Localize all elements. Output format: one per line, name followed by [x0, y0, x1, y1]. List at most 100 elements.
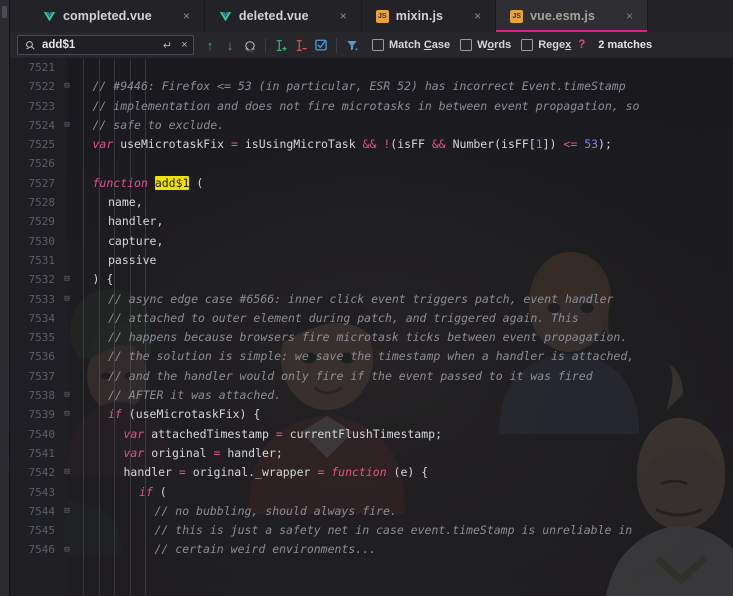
caret-minus-red-icon: [296, 39, 307, 51]
code-token: // this is just a safety net in case eve…: [154, 523, 633, 538]
vue-file-icon: [43, 10, 56, 23]
code-token: var: [123, 426, 152, 441]
line-number: 7539: [28, 408, 56, 422]
editor-tab-mixin-js[interactable]: JS mixin.js ×: [362, 0, 497, 32]
code-line[interactable]: 7526: [9, 154, 733, 173]
code-line[interactable]: 7546 ⊟ // certain weird environments...: [9, 540, 733, 559]
code-line[interactable]: 7534 // attached to outer element during …: [9, 309, 733, 328]
code-line[interactable]: 7535 // happens because browsers fire mic…: [9, 328, 733, 347]
add-selection-next-button[interactable]: [271, 36, 291, 55]
line-number: 7533: [28, 292, 56, 306]
code-line[interactable]: 7529 handler,: [9, 212, 733, 231]
tab-label: mixin.js: [395, 9, 444, 23]
fold-toggle-icon[interactable]: ⊟: [61, 82, 73, 91]
code-line[interactable]: 7532 ⊟) {: [9, 270, 733, 289]
checked-box-icon: [315, 39, 327, 51]
line-number: 7524: [28, 118, 56, 132]
fold-toggle-icon[interactable]: ⊟: [61, 391, 73, 400]
option-match-case[interactable]: Match Case: [372, 39, 450, 51]
code-token: =: [213, 445, 228, 460]
code-token: handler,: [108, 214, 164, 229]
arrow-down-icon: ↓: [226, 37, 234, 53]
editor-tab-completed-vue[interactable]: completed.vue ×: [9, 0, 205, 32]
code-text: // and the handler would only fire if th…: [73, 367, 733, 386]
select-all-occurrences-button[interactable]: ALL: [240, 36, 260, 55]
code-line[interactable]: 7523 // implementation and does not fire …: [9, 97, 733, 116]
editor-tab-deleted-vue[interactable]: deleted.vue ×: [205, 0, 362, 32]
editor-tab-vue-esm-js[interactable]: JS vue.esm.js ×: [496, 0, 649, 32]
code-line[interactable]: 7522 ⊟ // #9446: Firefox <= 53 (in particu…: [9, 77, 733, 96]
select-in-selection-button[interactable]: [311, 36, 331, 55]
code-lines[interactable]: 7521 7522 ⊟ // #9446: Firefox <= 53 (in par…: [9, 58, 733, 596]
checkbox-icon[interactable]: [372, 39, 384, 51]
fold-toggle-icon[interactable]: ⊟: [61, 545, 73, 555]
fold-toggle-icon[interactable]: ⊟: [61, 275, 73, 284]
code-line[interactable]: 7524 ⊟ // safe to exclude.: [9, 116, 733, 135]
code-line[interactable]: 7525 var useMicrotaskFix = isUsingMicroTa…: [9, 135, 733, 154]
line-number: 7535: [28, 331, 56, 345]
code-line[interactable]: 7541 var original = handler;: [9, 444, 733, 463]
code-line[interactable]: 7536 // the solution is simple: we save t…: [9, 347, 733, 366]
code-line[interactable]: 7527 function add$1 (: [9, 174, 733, 193]
fold-toggle-icon[interactable]: ⊟: [61, 294, 73, 304]
checkbox-icon[interactable]: [521, 39, 534, 51]
search-enter-icon[interactable]: ↵: [159, 37, 176, 53]
code-token: (: [189, 175, 204, 190]
code-text: // happens because browsers fire microta…: [73, 328, 733, 347]
code-line[interactable]: 7537 // and the handler would only fire i…: [9, 367, 733, 386]
remove-selection-button[interactable]: [291, 36, 311, 55]
js-file-icon: JS: [375, 9, 389, 23]
code-line[interactable]: 7530 capture,: [9, 232, 733, 251]
option-words[interactable]: Words: [460, 39, 511, 51]
code-token: handler;: [227, 445, 283, 460]
code-token: &&: [362, 137, 384, 152]
find-help-icon[interactable]: ?: [578, 39, 585, 51]
code-line[interactable]: 7531 passive: [9, 251, 733, 270]
line-number: 7523: [28, 99, 56, 113]
fold-toggle-icon[interactable]: ⊟: [61, 506, 73, 516]
code-token: // happens because browsers fire microta…: [108, 330, 628, 345]
code-token: // and the handler would only fire if th…: [108, 368, 593, 383]
search-input[interactable]: [38, 39, 159, 51]
code-line[interactable]: 7539 ⊟ if (useMicrotaskFix) {: [9, 405, 733, 424]
option-regex[interactable]: Regex: [521, 39, 571, 51]
code-token: original: [151, 445, 214, 460]
checkbox-icon[interactable]: [460, 39, 473, 51]
find-previous-button[interactable]: ↑: [200, 36, 220, 55]
tab-close-icon[interactable]: ×: [336, 8, 351, 24]
find-next-button[interactable]: ↓: [220, 36, 240, 55]
line-number: 7538: [28, 389, 56, 403]
fold-toggle-icon[interactable]: ⊟: [61, 410, 73, 419]
code-text: // async edge case #6566: inner click ev…: [73, 290, 733, 309]
code-token: isUsingMicroTask: [244, 137, 363, 152]
code-line[interactable]: 7545 // this is just a safety net in case…: [9, 521, 733, 540]
code-line[interactable]: 7540 var attachedTimestamp = currentFlush…: [9, 425, 733, 444]
filter-button[interactable]: [342, 36, 362, 55]
line-number: 7534: [28, 311, 56, 325]
svg-text:ALL: ALL: [247, 48, 255, 52]
code-token: Number(isFF[: [452, 137, 536, 152]
tab-close-icon[interactable]: ×: [622, 8, 637, 24]
code-line[interactable]: 7521: [9, 58, 733, 77]
code-line[interactable]: 7538 ⊟ // AFTER it was attached.: [9, 386, 733, 405]
rail-handle-icon[interactable]: [2, 6, 7, 18]
search-field-wrapper[interactable]: ↵ ×: [17, 35, 194, 55]
code-line[interactable]: 7528 name,: [9, 193, 733, 212]
code-line[interactable]: 7542 ⊟ handler = original._wrapper = funct…: [9, 463, 733, 482]
search-clear-icon[interactable]: ×: [176, 37, 193, 53]
line-number: 7529: [28, 215, 56, 229]
code-token: // implementation and does not fire micr…: [92, 98, 640, 113]
code-editor[interactable]: 7521 7522 ⊟ // #9446: Firefox <= 53 (in par…: [9, 58, 733, 596]
line-number: 7528: [28, 196, 56, 210]
code-text: // attached to outer element during patc…: [73, 309, 733, 328]
tab-close-icon[interactable]: ×: [179, 8, 194, 24]
code-line[interactable]: 7544 ⊟ // no bubbling, should always fire.: [9, 502, 733, 521]
code-line[interactable]: 7543 if (: [9, 483, 733, 502]
code-line[interactable]: 7533 ⊟ // async edge case #6566: inner cli…: [9, 290, 733, 309]
fold-toggle-icon[interactable]: ⊟: [61, 121, 73, 130]
code-text: name,: [73, 193, 733, 212]
fold-toggle-icon[interactable]: ⊟: [61, 468, 73, 477]
code-token: name,: [108, 195, 143, 210]
tab-close-icon[interactable]: ×: [470, 8, 485, 24]
code-token: (: [159, 484, 167, 499]
